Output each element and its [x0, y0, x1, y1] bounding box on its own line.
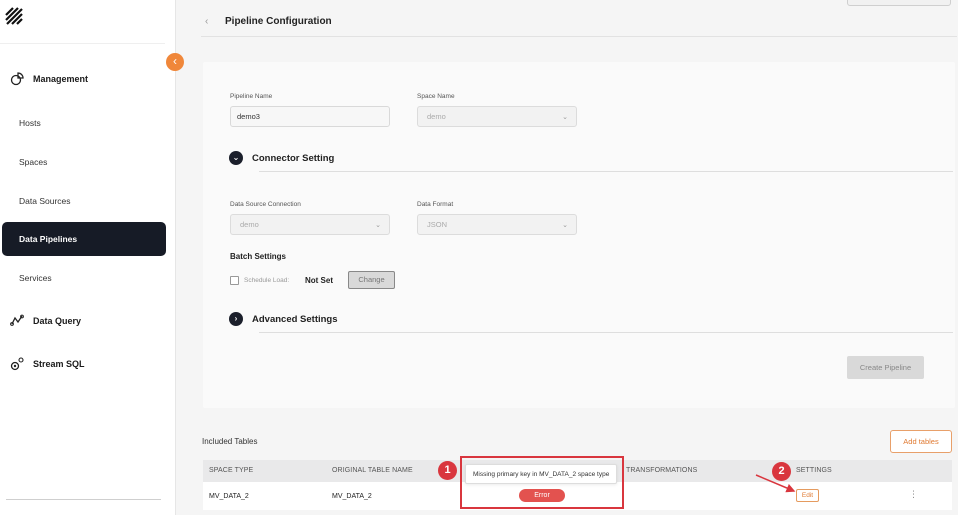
edit-button[interactable]: Edit	[796, 489, 819, 502]
more-options-icon[interactable]: ⋮	[909, 490, 918, 499]
sidebar-divider	[6, 499, 161, 500]
data-query-icon	[10, 314, 24, 326]
nav-data-query-label: Data Query	[33, 316, 82, 326]
sidebar-item-data-sources[interactable]: Data Sources	[2, 184, 166, 218]
nav-management[interactable]: Management	[10, 69, 88, 89]
annotation-arrow-icon	[755, 474, 796, 493]
sidebar-item-label: Data Pipelines	[19, 234, 78, 244]
sidebar-item-hosts[interactable]: Hosts	[2, 106, 166, 140]
nav-data-query[interactable]: Data Query	[10, 311, 81, 331]
sidebar-item-label: Hosts	[19, 118, 41, 128]
nav-stream-sql[interactable]: Stream SQL	[10, 354, 85, 374]
sidebar-item-label: Spaces	[19, 157, 48, 167]
management-icon	[10, 72, 24, 86]
striped-logo-icon[interactable]	[5, 7, 23, 25]
nav-management-label: Management	[33, 74, 89, 84]
nav-stream-sql-label: Stream SQL	[33, 359, 85, 369]
sidebar-item-label: Services	[19, 273, 52, 283]
logo-divider	[0, 43, 165, 44]
sidebar-item-spaces[interactable]: Spaces	[2, 145, 166, 179]
main-content: ‹ Pipeline Configuration Pipeline Name d…	[176, 0, 958, 515]
sidebar-item-services[interactable]: Services	[2, 261, 166, 295]
sidebar-item-label: Data Sources	[19, 196, 71, 206]
collapse-sidebar-button[interactable]: ‹	[166, 53, 184, 71]
sidebar: Management Hosts Spaces Data Sources Dat…	[0, 0, 176, 515]
chevron-left-icon: ‹	[173, 54, 177, 68]
stream-sql-icon	[10, 357, 24, 371]
sidebar-item-data-pipelines[interactable]: Data Pipelines	[2, 222, 166, 256]
